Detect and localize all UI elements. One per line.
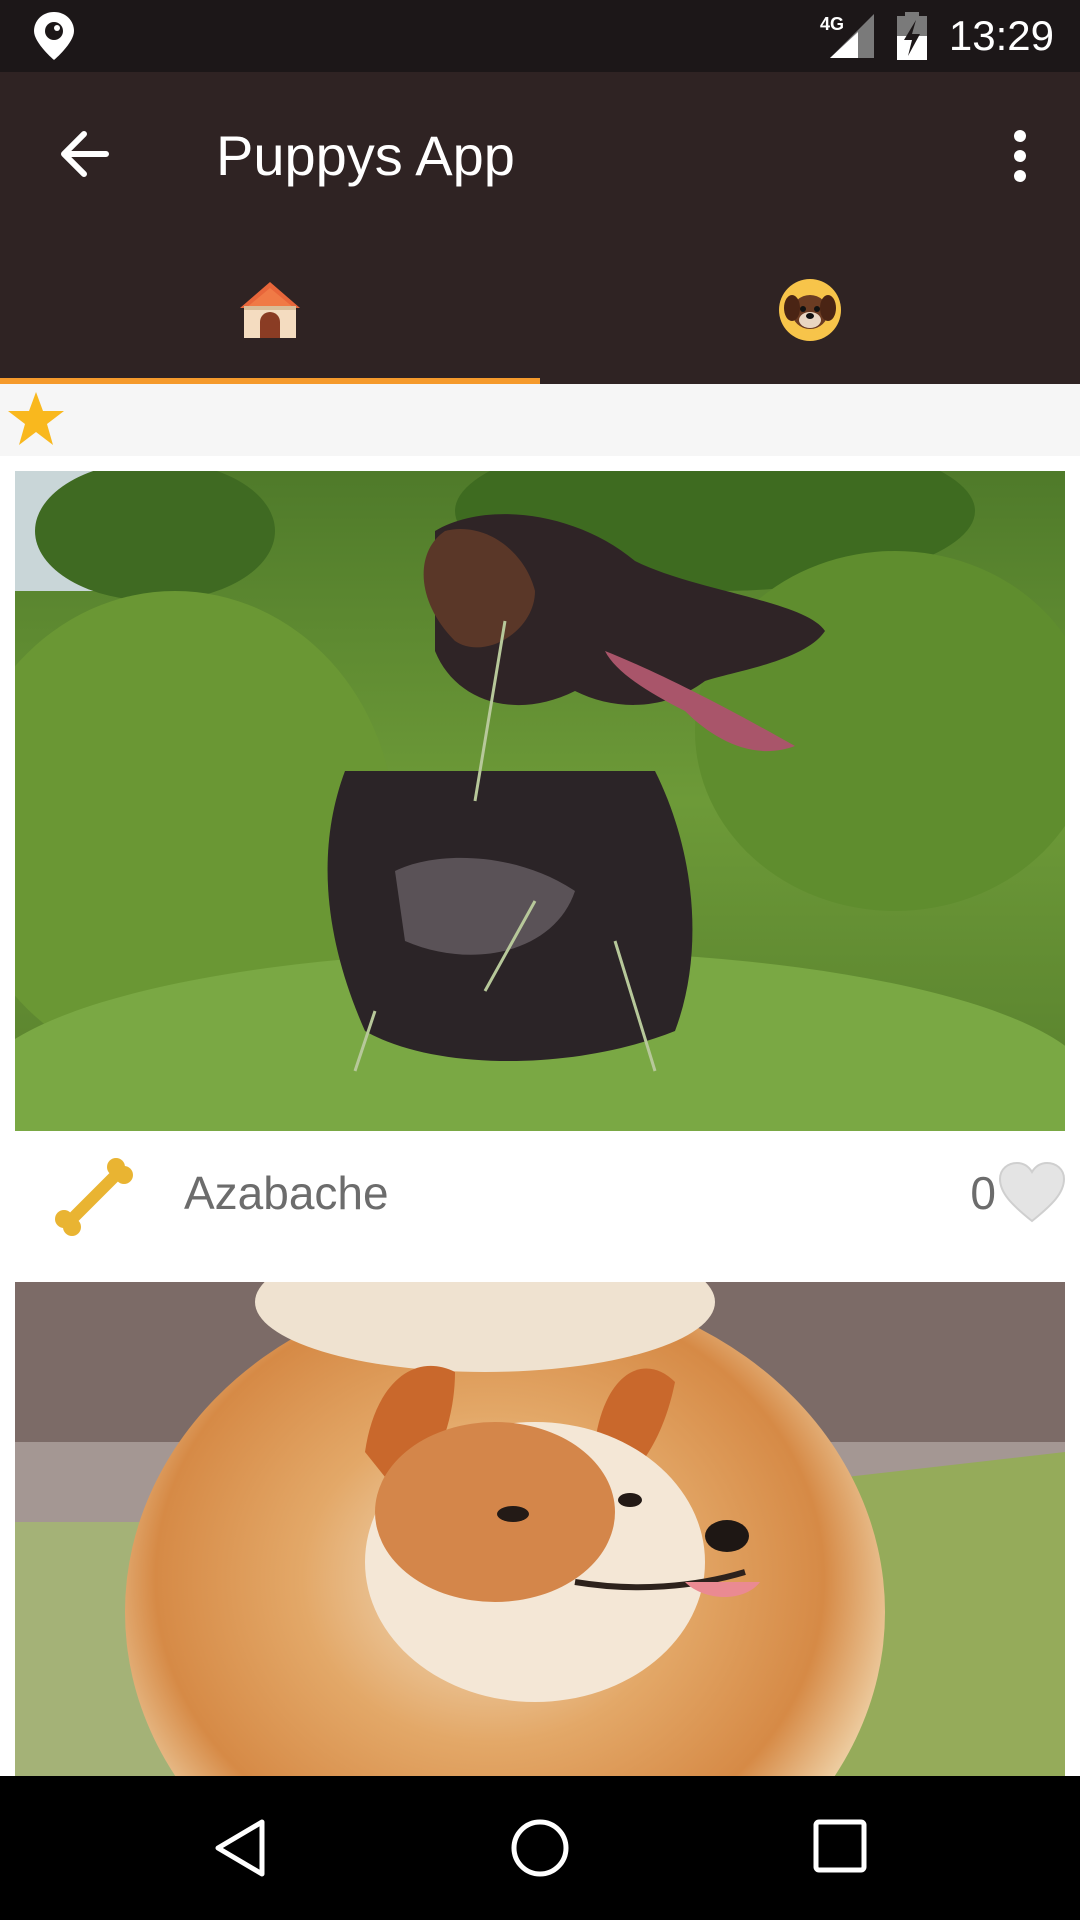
- battery-charging-icon: [896, 12, 928, 65]
- clock: 13:29: [948, 12, 1054, 59]
- tab-dog[interactable]: [540, 240, 1080, 384]
- page-title: Puppys App: [216, 124, 515, 187]
- pet-photo[interactable]: [15, 471, 1065, 1131]
- dog-face-icon: [778, 278, 842, 347]
- location-icon: [30, 10, 78, 67]
- pet-card-footer: Azabache 0: [0, 1131, 1080, 1268]
- app-bar: Puppys App: [0, 72, 1080, 240]
- nav-back-icon[interactable]: [212, 1818, 268, 1883]
- pet-card: Azabache 0: [0, 456, 1080, 1268]
- network-type-label: 4G: [820, 14, 844, 34]
- favorites-row: [0, 384, 1080, 456]
- nav-recents-icon[interactable]: [812, 1818, 868, 1879]
- pet-photo[interactable]: [15, 1282, 1065, 1776]
- status-bar: 4G 13:29: [0, 0, 1080, 72]
- bone-icon[interactable]: [54, 1157, 134, 1242]
- more-vert-icon[interactable]: [1008, 128, 1032, 189]
- dog-house-icon: [238, 280, 302, 345]
- star-icon[interactable]: [6, 390, 66, 453]
- nav-home-icon[interactable]: [510, 1818, 570, 1883]
- like-count: 0: [970, 1167, 996, 1219]
- arrow-back-icon[interactable]: [58, 128, 110, 185]
- tab-home[interactable]: [0, 240, 540, 384]
- system-nav-bar: [0, 1776, 1080, 1920]
- signal-icon: 4G: [818, 12, 878, 65]
- pet-name: Azabache: [184, 1167, 389, 1219]
- heart-icon[interactable]: [998, 1161, 1066, 1228]
- pet-card: [0, 1268, 1080, 1776]
- tab-bar: [0, 240, 1080, 384]
